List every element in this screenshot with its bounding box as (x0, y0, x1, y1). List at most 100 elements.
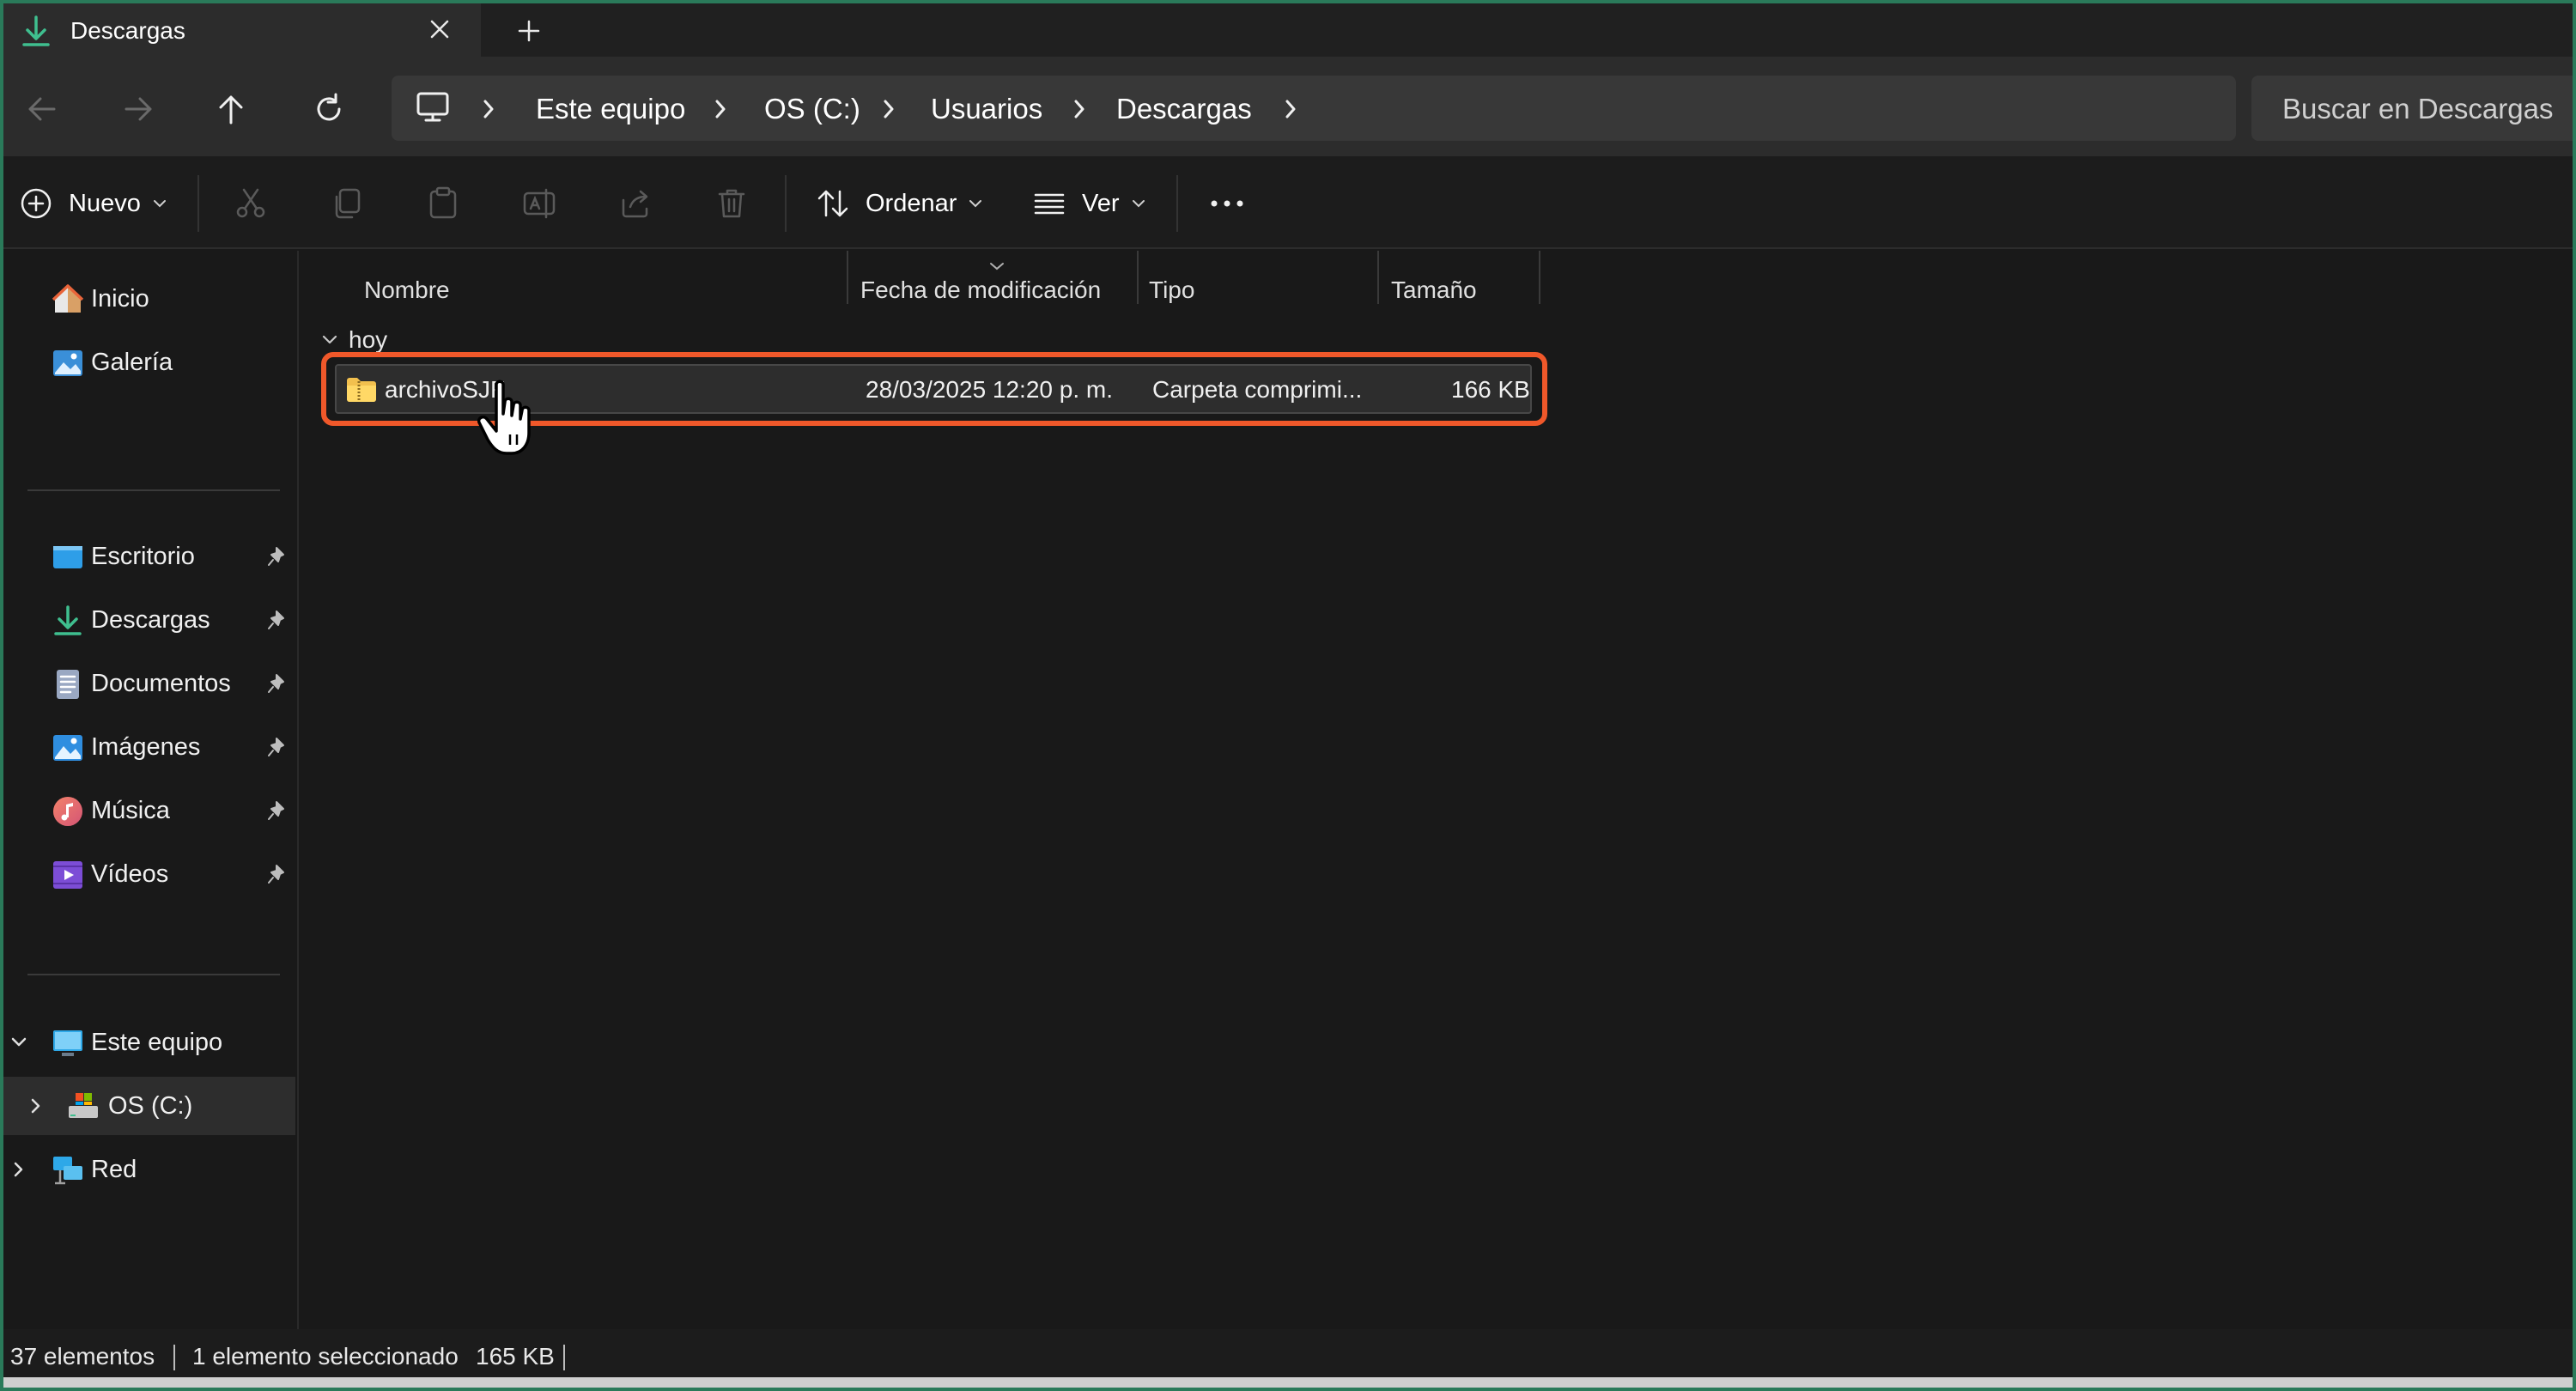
file-list: Nombre Fecha de modificación Tipo Tamaño… (301, 251, 2573, 1329)
pin-icon[interactable] (266, 546, 287, 573)
paste-button[interactable] (426, 182, 460, 225)
rename-button[interactable] (522, 182, 556, 225)
chevron-right-icon[interactable] (1068, 96, 1091, 122)
new-tab-button[interactable] (510, 12, 548, 50)
column-divider[interactable] (1539, 251, 1540, 304)
sidebar-item-label: OS (C:) (108, 1092, 193, 1120)
sidebar-item-label: Este equipo (91, 1029, 223, 1056)
tab-strip: Descargas (3, 3, 2573, 58)
back-button[interactable] (21, 88, 64, 131)
tab-descargas[interactable]: Descargas (3, 3, 481, 58)
sort-icon (817, 190, 848, 217)
download-icon (21, 14, 52, 52)
divider (27, 489, 280, 491)
sidebar-item-documentos[interactable]: Documentos (3, 654, 295, 713)
separator (785, 175, 787, 232)
more-options-button[interactable] (1207, 182, 1247, 225)
column-header-label: Fecha de modificación (860, 276, 1102, 303)
up-button[interactable] (210, 88, 252, 131)
search-placeholder: Buscar en Descargas (2282, 93, 2554, 125)
view-list-icon (1034, 193, 1065, 215)
sidebar-item-os-c[interactable]: OS (C:) (3, 1077, 295, 1135)
column-header-label: Tipo (1149, 276, 1195, 303)
videos-icon (52, 859, 84, 891)
item-count: 37 elementos (10, 1343, 155, 1370)
computer-icon[interactable] (416, 91, 450, 128)
copy-button[interactable] (330, 182, 364, 225)
status-separator (563, 1345, 565, 1370)
sidebar-item-label: Música (91, 797, 170, 824)
view-button[interactable]: Ver (1032, 182, 1147, 225)
pin-icon[interactable] (266, 800, 287, 827)
cut-icon (236, 188, 265, 218)
chevron-right-icon[interactable] (477, 96, 500, 122)
chevron-right-icon[interactable] (878, 96, 900, 122)
sort-button[interactable]: Ordenar (816, 182, 984, 225)
column-header-date[interactable]: Fecha de modificación (850, 263, 1133, 314)
sidebar-item-label: Galería (91, 349, 173, 376)
navigation-pane: Inicio Galería Escritorio Descargas Docu… (3, 251, 299, 1329)
sidebar-item-label: Imágenes (91, 733, 201, 761)
sidebar-item-imagenes[interactable]: Imágenes (3, 718, 295, 776)
sidebar-item-red[interactable]: Red (3, 1140, 295, 1199)
copy-icon (335, 188, 361, 219)
sidebar-item-videos[interactable]: Vídeos (3, 845, 295, 903)
refresh-button[interactable] (307, 88, 350, 131)
sidebar-item-escritorio[interactable]: Escritorio (3, 527, 295, 586)
delete-button[interactable] (714, 182, 749, 225)
breadcrumb[interactable]: Este equipo OS (C:) Usuarios Descargas (392, 76, 2236, 141)
column-divider[interactable] (847, 251, 848, 304)
breadcrumb-este-equipo[interactable]: Este equipo (536, 93, 685, 125)
pin-icon[interactable] (266, 737, 287, 763)
new-button[interactable]: Nuevo (19, 182, 168, 225)
share-button[interactable] (618, 182, 653, 225)
pin-icon[interactable] (266, 864, 287, 890)
separator (197, 175, 199, 232)
sidebar-item-musica[interactable]: Música (3, 781, 295, 840)
download-icon (52, 604, 84, 637)
arrow-left-icon (28, 97, 56, 121)
breadcrumb-os-c[interactable]: OS (C:) (764, 93, 860, 125)
column-header-type[interactable]: Tipo (1139, 263, 1381, 314)
paste-icon (429, 186, 457, 219)
sidebar-item-label: Escritorio (91, 543, 195, 570)
sidebar-item-este-equipo[interactable]: Este equipo (3, 1013, 295, 1072)
tab-title: Descargas (70, 17, 185, 44)
sidebar-item-descargas[interactable]: Descargas (3, 591, 295, 649)
search-input[interactable]: Buscar en Descargas (2251, 76, 2573, 141)
close-tab-button[interactable] (422, 12, 457, 46)
scrollbar-track[interactable] (3, 1377, 2573, 1388)
breadcrumb-usuarios[interactable]: Usuarios (931, 93, 1042, 125)
pictures-icon (52, 732, 84, 764)
column-header-label: Tamaño (1391, 276, 1477, 303)
new-button-label: Nuevo (69, 189, 141, 217)
trash-icon (718, 189, 745, 218)
sort-button-label: Ordenar (866, 189, 957, 217)
sidebar-item-label: Documentos (91, 670, 231, 697)
sidebar-item-label: Red (91, 1156, 137, 1183)
network-icon (52, 1154, 84, 1187)
sidebar-item-label: Vídeos (91, 860, 169, 888)
sidebar-item-inicio[interactable]: Inicio (3, 270, 295, 328)
column-header-name[interactable]: Nombre (301, 263, 850, 314)
sort-descending-icon (990, 263, 1004, 270)
chevron-right-icon[interactable] (1279, 96, 1302, 122)
file-explorer-window: Descargas Este equipo OS (C:) Usuarios D… (3, 3, 2573, 1388)
chevron-right-icon[interactable] (26, 1096, 46, 1116)
pin-icon[interactable] (266, 610, 287, 636)
column-header-size[interactable]: Tamaño (1379, 263, 1534, 314)
arrow-right-icon (125, 97, 152, 121)
column-header-label: Nombre (364, 276, 450, 303)
cut-button[interactable] (234, 182, 268, 225)
sidebar-item-label: Descargas (91, 606, 210, 634)
pin-icon[interactable] (266, 673, 287, 700)
chevron-right-icon[interactable] (9, 1159, 29, 1180)
divider (27, 974, 280, 975)
sidebar-item-galeria[interactable]: Galería (3, 333, 295, 392)
forward-button[interactable] (117, 88, 160, 131)
chevron-right-icon[interactable] (709, 96, 732, 122)
breadcrumb-descargas[interactable]: Descargas (1116, 93, 1252, 125)
chevron-down-icon[interactable] (9, 1032, 29, 1053)
plus-circle-icon (21, 188, 52, 219)
share-icon (622, 190, 648, 218)
